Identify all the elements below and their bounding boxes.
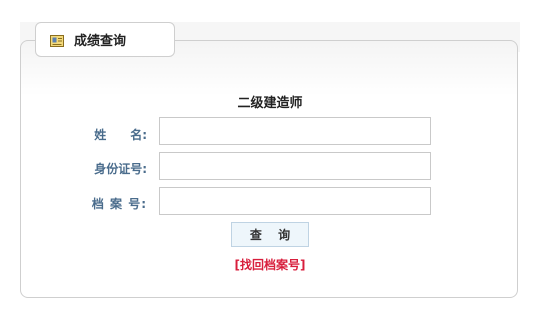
id-number-label: 身份证号: (94, 162, 147, 176)
archive-number-label: 档 案 号: (91, 197, 147, 211)
exam-title: 二级建造师 (237, 96, 303, 111)
certificate-icon (50, 33, 64, 47)
panel-tab: 成绩查询 (35, 22, 175, 57)
name-input[interactable] (159, 117, 431, 145)
panel-title: 成绩查询 (74, 34, 127, 49)
archive-number-input[interactable] (159, 187, 431, 215)
query-button[interactable]: 查 询 (231, 222, 309, 247)
id-number-input[interactable] (159, 152, 431, 180)
retrieve-archive-number-link[interactable]: [找回档案号] (20, 256, 520, 273)
name-label: 姓 名: (94, 128, 147, 142)
